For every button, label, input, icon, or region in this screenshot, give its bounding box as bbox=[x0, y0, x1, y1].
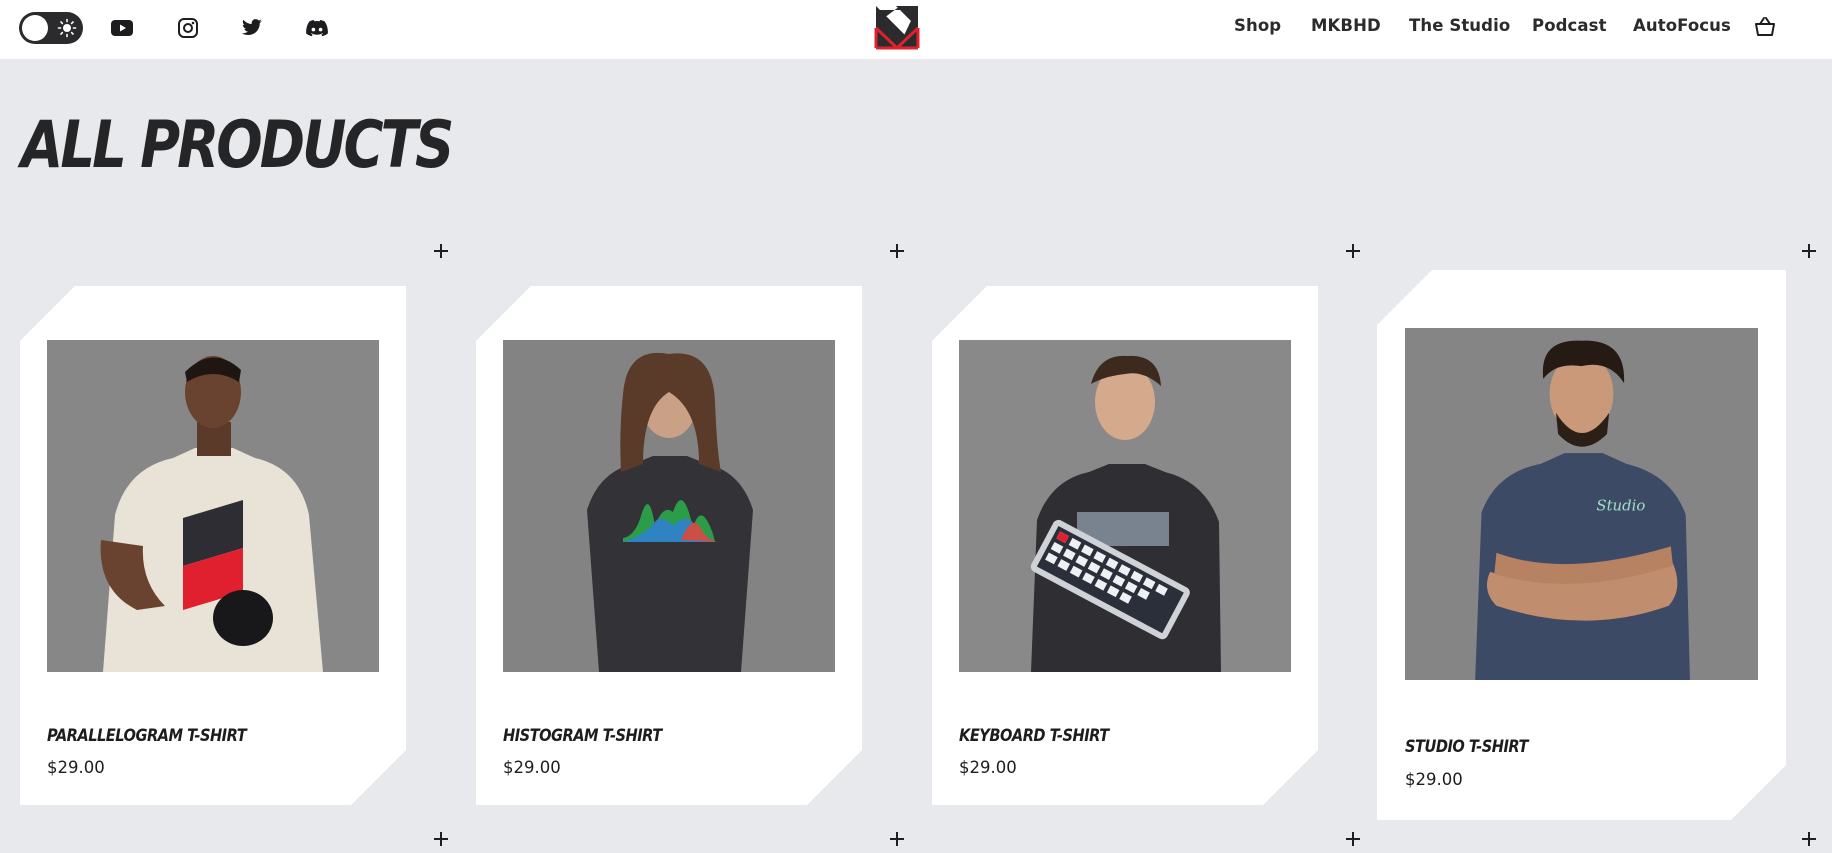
top-navigation-bar: Shop MKBHD The Studio Podcast AutoFocus bbox=[0, 0, 1832, 59]
product-name[interactable]: PARALLELOGRAM T-SHIRT bbox=[47, 726, 246, 746]
nav-shop[interactable]: Shop bbox=[1234, 0, 1281, 52]
sun-icon bbox=[57, 18, 77, 38]
product-image[interactable]: Studio bbox=[1405, 328, 1758, 680]
youtube-icon[interactable] bbox=[108, 14, 136, 42]
nav-podcast[interactable]: Podcast bbox=[1532, 0, 1607, 52]
product-price: $29.00 bbox=[47, 758, 105, 777]
product-name[interactable]: STUDIO T-SHIRT bbox=[1405, 737, 1528, 757]
product-price: $29.00 bbox=[1405, 770, 1463, 789]
twitter-icon[interactable] bbox=[238, 14, 266, 42]
product-image[interactable] bbox=[47, 340, 379, 672]
product-name[interactable]: KEYBOARD T-SHIRT bbox=[959, 726, 1109, 746]
page-title: ALL PRODUCTS bbox=[21, 108, 454, 183]
plus-marker bbox=[1345, 243, 1361, 259]
mkbhd-logo[interactable] bbox=[874, 4, 920, 50]
product-price: $29.00 bbox=[503, 758, 561, 777]
product-card-parallelogram[interactable]: PARALLELOGRAM T-SHIRT $29.00 bbox=[20, 286, 406, 805]
plus-marker bbox=[1801, 243, 1817, 259]
theme-toggle[interactable] bbox=[19, 12, 83, 44]
discord-icon[interactable] bbox=[303, 14, 331, 42]
product-price: $29.00 bbox=[959, 758, 1017, 777]
toggle-knob bbox=[22, 15, 48, 41]
cart-icon[interactable] bbox=[1752, 14, 1778, 40]
nav-the-studio[interactable]: The Studio bbox=[1409, 0, 1510, 52]
product-image[interactable] bbox=[503, 340, 835, 672]
nav-autofocus[interactable]: AutoFocus bbox=[1633, 0, 1731, 52]
plus-marker bbox=[889, 831, 905, 847]
instagram-icon[interactable] bbox=[174, 14, 202, 42]
product-card-studio[interactable]: Studio STUDIO T-SHIRT $29.00 bbox=[1377, 270, 1786, 820]
nav-mkbhd[interactable]: MKBHD bbox=[1311, 0, 1381, 52]
product-card-keyboard[interactable]: KEYBOARD T-SHIRT $29.00 bbox=[932, 286, 1318, 805]
plus-marker bbox=[889, 243, 905, 259]
product-card-histogram[interactable]: HISTOGRAM T-SHIRT $29.00 bbox=[476, 286, 862, 805]
plus-marker bbox=[1345, 831, 1361, 847]
svg-text:Studio: Studio bbox=[1596, 496, 1645, 514]
plus-marker bbox=[433, 243, 449, 259]
plus-marker bbox=[1801, 831, 1817, 847]
product-image[interactable] bbox=[959, 340, 1291, 672]
product-name[interactable]: HISTOGRAM T-SHIRT bbox=[503, 726, 662, 746]
plus-marker bbox=[433, 831, 449, 847]
